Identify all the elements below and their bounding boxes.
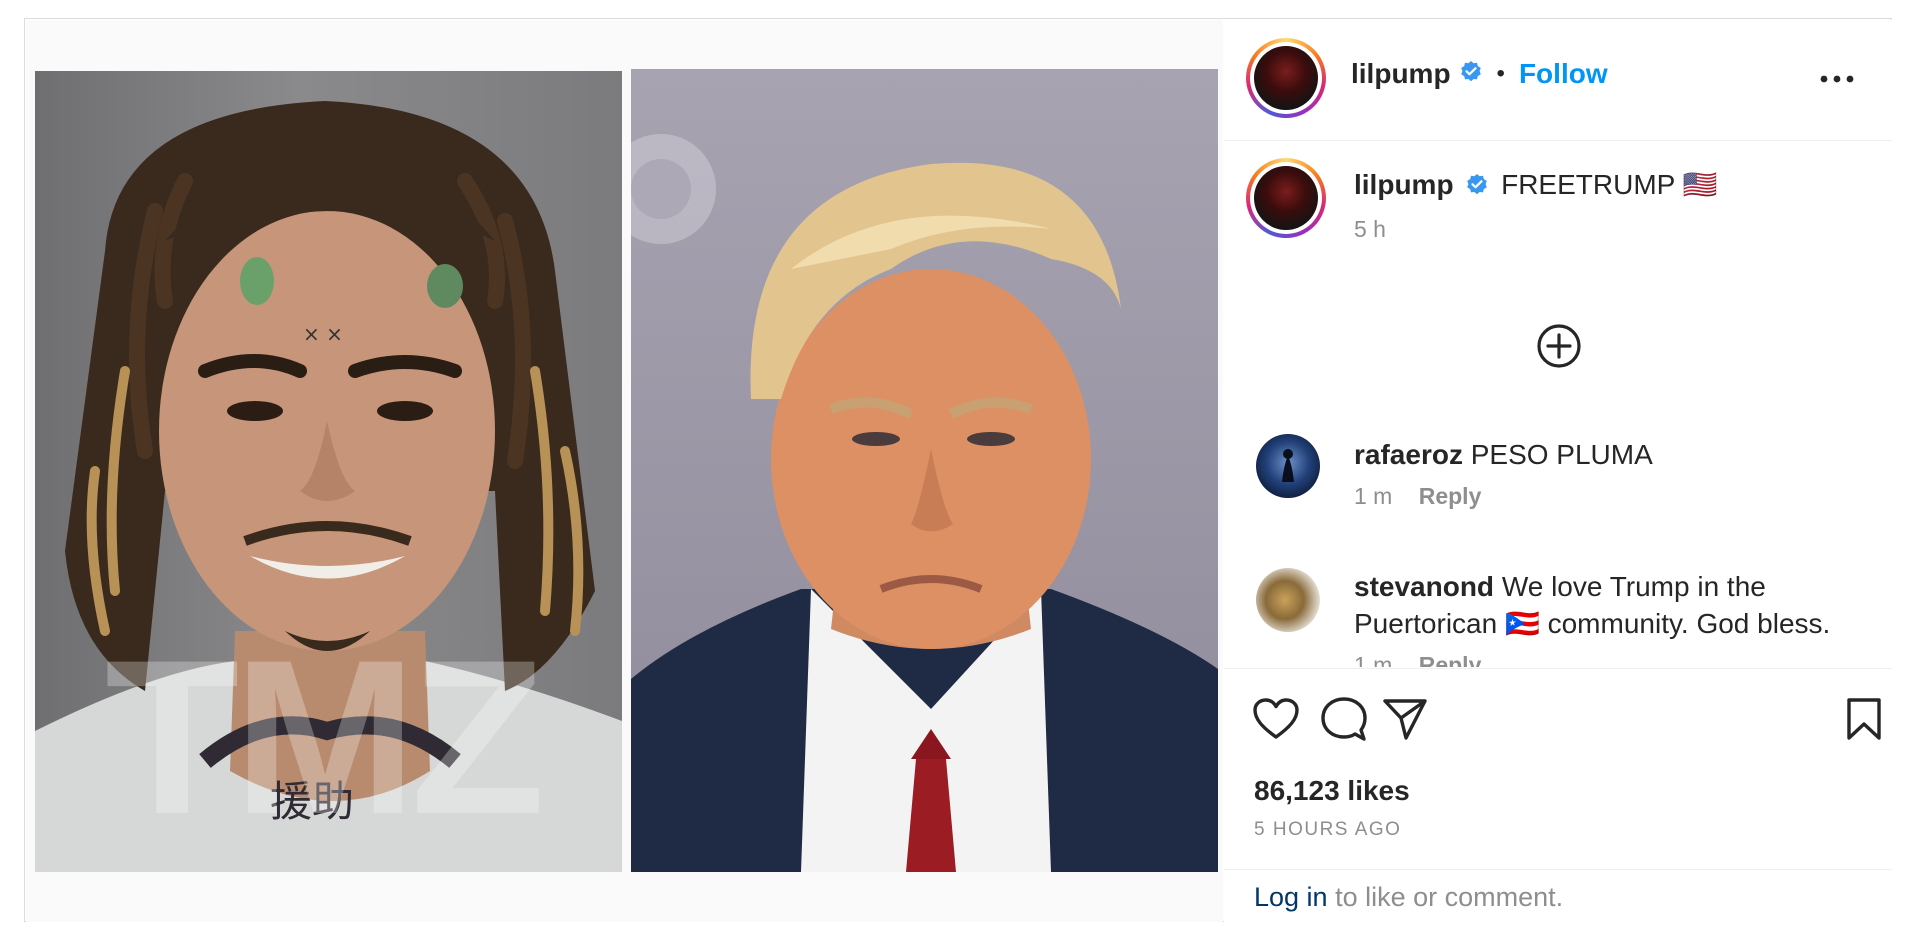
comment-username[interactable]: stevanond bbox=[1354, 571, 1494, 602]
reply-button[interactable]: Reply bbox=[1419, 483, 1482, 509]
caption-time: 5 h bbox=[1354, 216, 1386, 242]
comment-item: stevanond We love Trump in the Puertoric… bbox=[1354, 568, 1874, 667]
instagram-embed: × × 援助 TMZ lilpump • Follow lilpump FREE… bbox=[24, 18, 1892, 922]
post-side-panel: lilpump • Follow lilpump FREETRUMP 🇺🇸 5 … bbox=[1224, 20, 1892, 922]
verified-badge-icon bbox=[1465, 169, 1489, 206]
bookmark-icon[interactable] bbox=[1846, 697, 1882, 746]
more-options-icon[interactable] bbox=[1820, 72, 1854, 86]
load-more-comments-icon[interactable] bbox=[1537, 324, 1581, 368]
login-link[interactable]: Log in bbox=[1254, 882, 1328, 912]
comment-username[interactable]: rafaeroz bbox=[1354, 439, 1463, 470]
right-mugshot-photo bbox=[631, 69, 1218, 872]
comment-avatar[interactable] bbox=[1256, 568, 1320, 632]
post-timestamp: 5 HOURS AGO bbox=[1254, 819, 1402, 840]
reply-button[interactable]: Reply bbox=[1419, 652, 1482, 667]
right-mugshot-illustration bbox=[631, 134, 1218, 872]
comment-time: 1 m bbox=[1354, 652, 1393, 667]
likes-count[interactable]: 86,123 likes bbox=[1254, 775, 1410, 807]
login-prompt: Log in to like or comment. bbox=[1224, 869, 1892, 923]
comment-text: PESO PLUMA bbox=[1470, 439, 1653, 470]
tmz-watermark: TMZ bbox=[105, 614, 545, 860]
svg-text:× ×: × × bbox=[303, 322, 343, 346]
caption-avatar[interactable] bbox=[1246, 158, 1326, 238]
post-header: lilpump • Follow bbox=[1224, 20, 1892, 141]
post-media[interactable]: × × 援助 TMZ bbox=[26, 20, 1223, 922]
heart-icon[interactable] bbox=[1252, 697, 1300, 746]
header-username[interactable]: lilpump bbox=[1351, 58, 1451, 90]
verified-badge-icon bbox=[1459, 60, 1483, 89]
follow-button[interactable]: Follow bbox=[1519, 58, 1608, 90]
comment-avatar[interactable] bbox=[1256, 434, 1320, 498]
header-separator: • bbox=[1496, 60, 1505, 87]
comment-time: 1 m bbox=[1354, 483, 1393, 509]
left-mugshot-photo: × × 援助 TMZ bbox=[35, 71, 622, 872]
caption-username[interactable]: lilpump bbox=[1354, 169, 1454, 200]
login-prompt-text: to like or comment. bbox=[1327, 882, 1564, 912]
caption: lilpump FREETRUMP 🇺🇸 5 h bbox=[1354, 166, 1874, 243]
comment-item: rafaeroz PESO PLUMA 1 m Reply bbox=[1354, 436, 1874, 510]
comment-icon[interactable] bbox=[1320, 696, 1368, 747]
post-actions: 86,123 likes 5 HOURS AGO Log in to like … bbox=[1224, 668, 1892, 922]
share-icon[interactable] bbox=[1382, 697, 1428, 746]
caption-text: FREETRUMP 🇺🇸 bbox=[1501, 169, 1718, 200]
header-avatar[interactable] bbox=[1246, 38, 1326, 118]
comments-section[interactable]: lilpump FREETRUMP 🇺🇸 5 h rafaeroz PESO P… bbox=[1224, 142, 1892, 667]
